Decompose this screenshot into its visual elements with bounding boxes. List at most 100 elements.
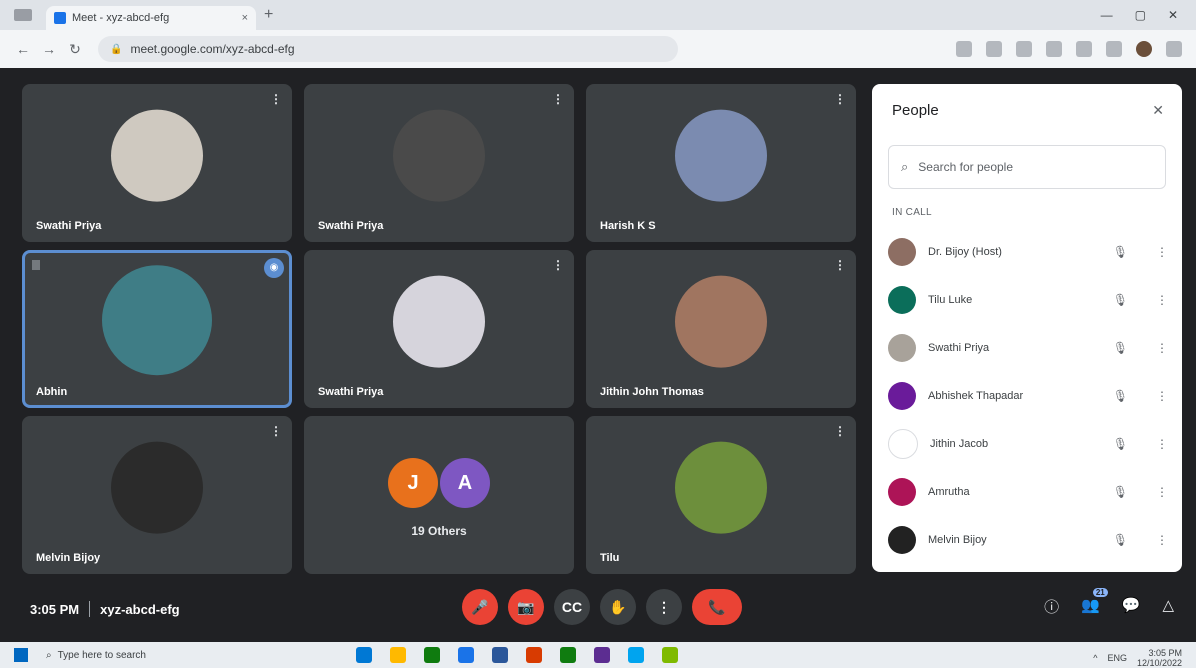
captions-button[interactable]: CC xyxy=(554,589,590,625)
participant-avatar xyxy=(888,238,916,266)
language-indicator[interactable]: ENG xyxy=(1107,653,1127,663)
back-button[interactable]: ← xyxy=(10,41,36,57)
taskbar-app-icon[interactable] xyxy=(662,647,678,663)
tile-more-icon[interactable]: ⋮ xyxy=(270,424,282,438)
mic-icon[interactable]: 🎙 xyxy=(1113,341,1128,355)
tile-more-icon[interactable]: ⋮ xyxy=(834,424,846,438)
maximize-button[interactable]: ▢ xyxy=(1135,8,1146,22)
mic-toggle-button[interactable]: 🎤 xyxy=(462,589,498,625)
mic-icon[interactable]: 🎙 xyxy=(1113,293,1128,307)
raise-hand-button[interactable]: ✋ xyxy=(600,589,636,625)
extension-icon[interactable] xyxy=(1106,41,1122,57)
taskbar-app-icon[interactable] xyxy=(594,647,610,663)
more-options-icon[interactable]: ⋮ xyxy=(1156,293,1168,307)
profile-avatar-icon[interactable] xyxy=(1136,41,1152,57)
meet-favicon-icon xyxy=(54,12,66,24)
more-options-icon[interactable]: ⋮ xyxy=(1156,341,1168,355)
more-options-icon[interactable]: ⋮ xyxy=(1156,485,1168,499)
participant-avatar xyxy=(111,109,203,202)
more-options-icon[interactable]: ⋮ xyxy=(1156,437,1168,451)
close-panel-icon[interactable]: ✕ xyxy=(1152,102,1164,119)
participant-row[interactable]: Melvin Bijoy 🎙 ⋮ xyxy=(888,522,1168,558)
camera-toggle-button[interactable]: 📷 xyxy=(508,589,544,625)
system-tray: ^ ENG 3:05 PM 12/10/2022 xyxy=(1093,648,1182,668)
meeting-details-button[interactable]: ⓘ xyxy=(1044,596,1059,617)
participant-row[interactable]: Jithin Jacob 🎙 ⋮ xyxy=(888,426,1168,462)
taskbar-app-icon[interactable] xyxy=(424,647,440,663)
chat-button[interactable]: 💬 xyxy=(1122,596,1141,617)
taskbar-clock[interactable]: 3:05 PM 12/10/2022 xyxy=(1137,648,1182,668)
mic-icon[interactable]: 🎙 xyxy=(1113,437,1128,451)
tile-more-icon[interactable]: ⋮ xyxy=(834,92,846,106)
tile-more-icon[interactable]: ⋮ xyxy=(270,92,282,106)
tile-more-icon[interactable]: ⋮ xyxy=(552,92,564,106)
leave-call-button[interactable]: 📞 xyxy=(692,589,742,625)
participant-tile[interactable]: ⋮ Tilu xyxy=(586,416,856,574)
people-icon: 👥 xyxy=(1081,597,1100,614)
browser-tab[interactable]: Meet - xyz-abcd-efg × xyxy=(46,6,256,30)
tile-more-icon[interactable]: ⋮ xyxy=(834,258,846,272)
participant-row[interactable]: Tilu Luke 🎙 ⋮ xyxy=(888,282,1168,318)
mic-icon[interactable]: 🎙 xyxy=(1113,245,1128,259)
in-call-section-label: IN CALL xyxy=(892,207,932,218)
browser-menu-icon[interactable] xyxy=(1166,41,1182,57)
participant-avatar xyxy=(393,109,485,202)
clock-date: 12/10/2022 xyxy=(1136,658,1182,668)
tray-overflow-icon[interactable]: ^ xyxy=(1093,653,1097,663)
participant-row[interactable]: Swathi Priya 🎙 ⋮ xyxy=(888,330,1168,366)
taskbar-app-icon[interactable] xyxy=(356,647,372,663)
pin-icon[interactable] xyxy=(32,260,40,270)
mic-icon[interactable]: 🎙 xyxy=(1113,485,1128,499)
windows-start-icon[interactable] xyxy=(14,648,28,662)
more-options-icon[interactable]: ⋮ xyxy=(1156,389,1168,403)
new-tab-button[interactable]: + xyxy=(264,6,273,24)
taskbar-app-icon[interactable] xyxy=(560,647,576,663)
others-tile[interactable]: J A 19 Others xyxy=(304,416,574,574)
extension-icon[interactable] xyxy=(1046,41,1062,57)
close-window-button[interactable]: ✕ xyxy=(1168,8,1178,22)
forward-button[interactable]: → xyxy=(36,41,62,57)
participant-avatar xyxy=(675,275,767,368)
taskbar-app-icon[interactable] xyxy=(526,647,542,663)
participant-row-name: Dr. Bijoy (Host) xyxy=(928,246,1002,258)
window-menu-icon[interactable] xyxy=(14,9,32,21)
more-options-icon[interactable]: ⋮ xyxy=(1156,533,1168,547)
more-options-button[interactable]: ⋮ xyxy=(646,589,682,625)
extension-icon[interactable] xyxy=(1076,41,1092,57)
lock-icon[interactable]: 🔒 xyxy=(110,44,122,55)
participant-tile-active-speaker[interactable]: ◉ Abhin xyxy=(22,250,292,408)
extension-icon[interactable] xyxy=(1016,41,1032,57)
reload-button[interactable]: ↻ xyxy=(62,41,88,58)
people-button[interactable]: 👥 21 xyxy=(1081,588,1108,617)
mic-icon[interactable]: 🎙 xyxy=(1113,389,1128,403)
participant-tile[interactable]: ⋮ Swathi Priya xyxy=(304,84,574,242)
taskbar-app-icon[interactable] xyxy=(628,647,644,663)
extension-icon[interactable] xyxy=(986,41,1002,57)
participant-tile[interactable]: ⋮ Swathi Priya xyxy=(22,84,292,242)
extension-icon[interactable] xyxy=(956,41,972,57)
search-placeholder[interactable]: Search for people xyxy=(918,160,1013,174)
people-search-input[interactable]: ⌕ Search for people xyxy=(888,145,1166,189)
participant-tile[interactable]: ⋮ Harish K S xyxy=(586,84,856,242)
divider xyxy=(89,601,91,617)
taskbar-app-icon[interactable] xyxy=(458,647,474,663)
participant-row[interactable]: Amrutha 🎙 ⋮ xyxy=(888,474,1168,510)
tile-more-icon[interactable]: ⋮ xyxy=(552,258,564,272)
mic-icon[interactable]: 🎙 xyxy=(1113,533,1128,547)
search-icon: ⌕ xyxy=(46,649,52,661)
address-bar[interactable]: 🔒 meet.google.com/xyz-abcd-efg xyxy=(98,36,678,62)
taskbar-search[interactable]: ⌕ Type here to search xyxy=(46,650,146,661)
activities-button[interactable]: △ xyxy=(1162,596,1174,617)
minimize-button[interactable]: — xyxy=(1101,8,1113,22)
tab-close-icon[interactable]: × xyxy=(242,12,248,24)
more-options-icon[interactable]: ⋮ xyxy=(1156,245,1168,259)
participant-row[interactable]: Abhishek Thapadar 🎙 ⋮ xyxy=(888,378,1168,414)
participant-row[interactable]: Dr. Bijoy (Host) 🎙 ⋮ xyxy=(888,234,1168,270)
taskbar-search-text[interactable]: Type here to search xyxy=(58,650,146,661)
participant-tile[interactable]: ⋮ Jithin John Thomas xyxy=(586,250,856,408)
taskbar-app-icon[interactable] xyxy=(492,647,508,663)
participant-tile[interactable]: ⋮ Melvin Bijoy xyxy=(22,416,292,574)
url-text[interactable]: meet.google.com/xyz-abcd-efg xyxy=(130,42,294,56)
taskbar-app-icon[interactable] xyxy=(390,647,406,663)
participant-tile[interactable]: ⋮ Swathi Priya xyxy=(304,250,574,408)
